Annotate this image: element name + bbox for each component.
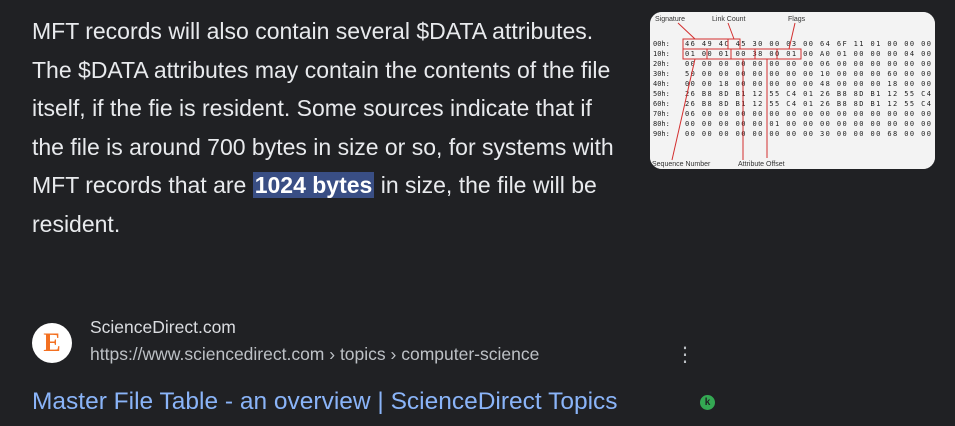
hex-row-bytes: 00 00 00 00 00 00 00 00 06 00 00 00 00 0…	[685, 60, 931, 68]
hex-row-offset: 10h:	[653, 50, 670, 58]
hex-row-offset: 60h:	[653, 100, 670, 108]
hex-row-offset: 80h:	[653, 120, 670, 128]
hex-row-offset: 90h:	[653, 130, 670, 138]
hex-row-offset: 40h:	[653, 80, 670, 88]
search-result-source[interactable]: E ScienceDirect.com https://www.scienced…	[32, 317, 712, 371]
hex-row-offset: 20h:	[653, 60, 670, 68]
result-title-link[interactable]: Master File Table - an overview | Scienc…	[32, 388, 618, 416]
mft-hex-dump-diagram: Signature Link Count Flags 00h: 46 49 4C …	[650, 12, 935, 169]
snippet-text-before: MFT records will also contain several $D…	[32, 18, 614, 198]
label-sequence-number: Sequence Number	[652, 161, 711, 168]
hex-row-offset: 70h:	[653, 110, 670, 118]
hex-row-bytes: 00 00 00 00 00 00 00 00 30 00 00 00 68 0…	[685, 130, 931, 138]
more-options-icon[interactable]: ⋮	[675, 344, 695, 366]
hex-row-bytes: 06 00 00 00 00 00 00 00 00 00 00 00 00 0…	[685, 110, 931, 118]
hex-row-bytes: 00 00 18 00 00 00 00 00 48 00 00 00 18 0…	[685, 80, 931, 88]
sciencedirect-favicon-icon: E	[32, 323, 72, 363]
hex-row-bytes: 26 B8 8D B1 12 55 C4 01 26 B8 8D B1 12 5…	[685, 100, 931, 108]
featured-snippet-text: MFT records will also contain several $D…	[32, 12, 622, 243]
extension-badge-icon[interactable]: k	[700, 395, 715, 410]
label-attribute-offset: Attribute Offset	[738, 161, 785, 168]
hex-row-offset: 50h:	[653, 90, 670, 98]
label-link-count: Link Count	[712, 16, 746, 23]
hex-row-bytes: 46 49 4C 45 30 00 03 00 64 6F 11 01 00 0…	[685, 40, 931, 48]
favicon-letter: E	[43, 328, 61, 357]
hex-row-bytes: 01 00 01 00 38 00 01 00 A0 01 00 00 00 0…	[685, 50, 931, 58]
label-signature: Signature	[655, 16, 685, 23]
hex-row-bytes: 50 00 00 00 00 00 00 00 10 00 00 00 60 0…	[685, 70, 931, 78]
snippet-highlight: 1024 bytes	[252, 172, 375, 198]
snippet-thumbnail-image[interactable]: Signature Link Count Flags 00h: 46 49 4C …	[650, 12, 935, 169]
label-flags: Flags	[788, 16, 806, 23]
hex-row-offset: 00h:	[653, 40, 670, 48]
source-url-breadcrumb: https://www.sciencedirect.com › topics ›…	[90, 344, 540, 364]
snippet-paragraph: MFT records will also contain several $D…	[32, 12, 622, 243]
source-site-name: ScienceDirect.com	[90, 317, 236, 337]
hex-row-offset: 30h:	[653, 70, 670, 78]
hex-row-bytes: 26 B8 8D B1 12 55 C4 01 26 B8 8D B1 12 5…	[685, 90, 931, 98]
hex-row-bytes: 00 00 00 00 00 01 00 00 00 00 00 00 00 0…	[685, 120, 931, 128]
